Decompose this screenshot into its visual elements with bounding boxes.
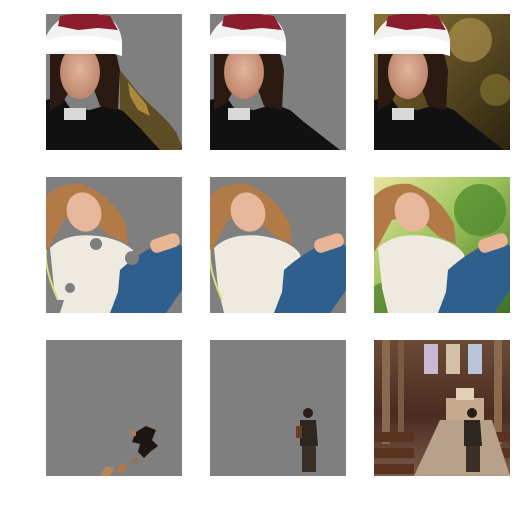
row3-original-image-window-3 [468,344,482,374]
row3-original-image-person-head [467,408,477,418]
row3-original-image-pew [374,432,414,442]
row2-original-image-foliage [454,184,506,236]
row1-original-image-bokeh-2 [480,74,510,106]
row3-ground-truth-mask-bag [296,426,302,438]
row2-predicted-mask-panel [46,177,182,313]
row2-predicted-mask-hole [90,238,102,250]
row3-original-image-pew-2 [374,448,414,458]
row1-original-image-panel [374,14,510,150]
row3-predicted-mask-background [46,340,182,476]
row2-ground-truth-mask-panel [210,177,346,313]
row3-original-image-person-legs [466,446,480,472]
row1-original-image-bokeh [448,18,492,62]
row1-original-image-collar [392,108,414,120]
row1-predicted-mask-collar [64,108,86,120]
row1-ground-truth-mask-panel [210,14,346,150]
row3-ground-truth-mask-panel [210,340,346,476]
row3-original-image-column-3 [494,340,502,444]
row3-predicted-mask-panel [46,340,182,476]
row3-original-image-column [382,340,390,444]
row3-original-image-altar-top [456,388,474,400]
row3-ground-truth-mask-background [210,340,346,476]
row3-original-image-window [424,344,438,374]
row3-original-image-person-torso [464,420,482,446]
row3-original-image-pew-3 [374,464,414,474]
row2-original-image-panel [374,177,510,313]
row3-original-image-panel [374,340,510,476]
row1-predicted-mask-panel [46,14,182,150]
row2-predicted-mask-hole-2 [125,251,139,265]
row3-predicted-mask-fragment [130,430,136,436]
image-grid-figure [46,14,510,476]
row3-original-image-column-2 [398,340,404,432]
row2-predicted-mask-hole-3 [65,283,75,293]
row3-ground-truth-mask-legs [302,446,316,472]
row3-original-image-window-2 [446,344,460,374]
row3-ground-truth-mask-torso [300,420,318,446]
row1-ground-truth-mask-collar [228,108,250,120]
row3-original-image-altar [446,398,484,420]
row3-ground-truth-mask-head [303,408,313,418]
